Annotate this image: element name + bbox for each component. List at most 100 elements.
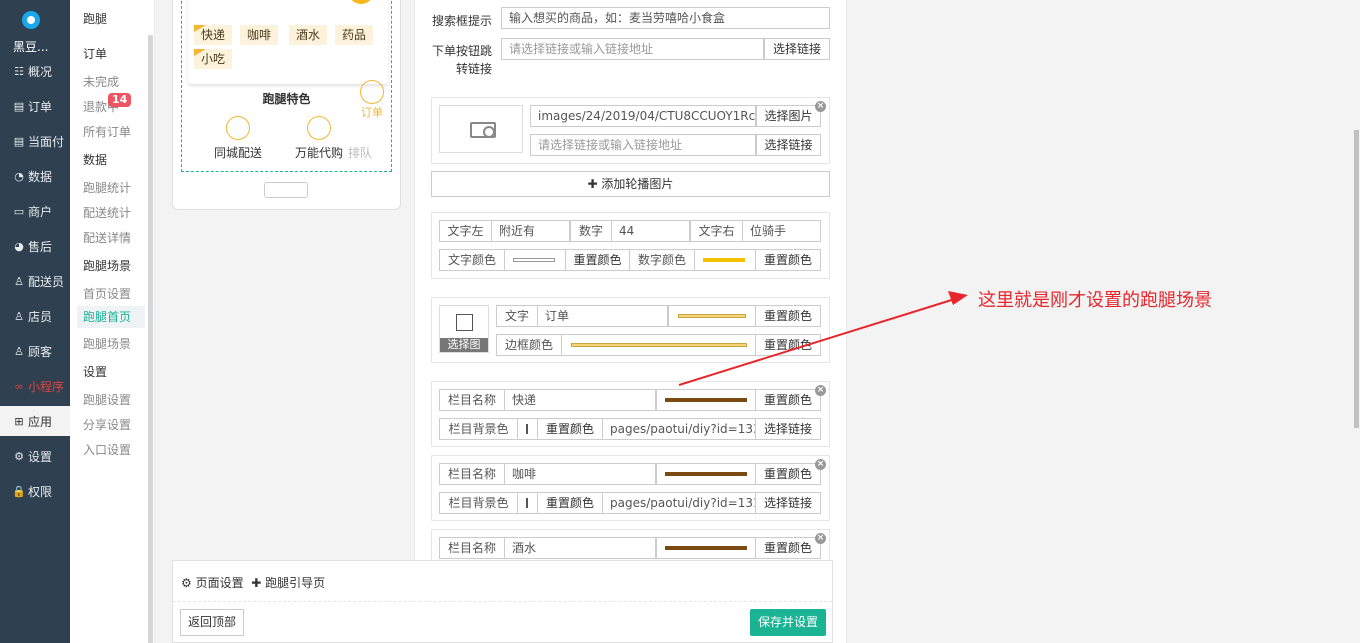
nav-item-label: 售后 <box>28 239 53 254</box>
nav-item-customer[interactable]: ♙ 顾客 <box>0 336 70 366</box>
nav-item-courier[interactable]: ♙ 配送员 <box>0 266 70 296</box>
color-swatch <box>665 472 747 476</box>
reset-color-button[interactable]: 重置颜色 <box>565 249 630 271</box>
nav-item-clerk[interactable]: ♙ 店员 <box>0 301 70 331</box>
editor-footer: ⚙ 页面设置 ✚ 跑腿引导页 返回顶部 保存并设置 <box>172 560 833 643</box>
column-name-input[interactable]: 酒水 <box>504 537 656 559</box>
subnav-link-errand-home[interactable]: 跑腿首页 <box>77 306 145 328</box>
column-bg-label: 栏目背景色 <box>439 492 518 514</box>
category-tag[interactable]: 酒水 <box>289 25 328 45</box>
text-right-input[interactable]: 位骑手 <box>742 220 821 242</box>
close-icon[interactable]: × <box>815 533 826 544</box>
column-name-input[interactable]: 快递 <box>504 389 656 411</box>
service-item[interactable]: 同城配送 <box>214 116 262 161</box>
close-icon[interactable]: × <box>815 459 826 470</box>
text-left-input[interactable]: 附近有 <box>491 220 570 242</box>
column-link-input[interactable]: pages/paotui/diy?id=133 <box>602 418 756 440</box>
reset-color-button[interactable]: 重置颜色 <box>537 492 603 514</box>
text-color-picker[interactable] <box>504 249 566 271</box>
column-name-label: 栏目名称 <box>439 537 505 559</box>
column-color-picker[interactable] <box>656 537 756 559</box>
guide-page-tab[interactable]: 跑腿引导页 <box>265 576 325 590</box>
nav-item-orders[interactable]: ▤ 订单 <box>0 91 70 121</box>
category-shelf: 快递 咖啡 酒水 药品 小吃 <box>188 0 388 84</box>
choose-link-button[interactable]: 选择链接 <box>764 38 830 60</box>
border-color-picker[interactable] <box>561 334 756 356</box>
nav-item-face-pay[interactable]: ▤ 当面付 <box>0 126 70 156</box>
nav-item-apps[interactable]: ⊞ 应用 <box>0 406 70 436</box>
order-text-color-picker[interactable] <box>668 305 756 327</box>
nav-item-data[interactable]: ◔ 数据 <box>0 161 70 191</box>
subnav-group-settings: 设置 <box>83 365 108 379</box>
shop-icon: ▭ <box>13 204 25 218</box>
reset-color-button[interactable]: 重置颜色 <box>755 305 821 327</box>
order-button-link-label: 转链接 <box>455 62 492 76</box>
choose-link-button[interactable]: 选择链接 <box>756 134 821 156</box>
close-icon[interactable]: × <box>815 385 826 396</box>
back-to-top-button[interactable]: 返回顶部 <box>180 609 244 636</box>
reset-color-button[interactable]: 重置颜色 <box>755 537 821 559</box>
reset-color-button[interactable]: 重置颜色 <box>537 418 603 440</box>
add-carousel-button[interactable]: ✚ 添加轮播图片 <box>431 171 830 197</box>
subnav-scrollbar[interactable] <box>148 35 153 643</box>
color-swatch <box>571 343 747 347</box>
page-scrollbar[interactable] <box>1354 130 1359 428</box>
nav-item-overview[interactable]: ☷ 概况 <box>0 56 70 86</box>
subnav-link-errand-settings[interactable]: 跑腿设置 <box>83 391 131 408</box>
carousel-image-path[interactable]: images/24/2019/04/CTU8CCUOY1Rcl <box>530 105 756 127</box>
carousel-thumbnail[interactable] <box>439 105 523 153</box>
subnav-link-entry-settings[interactable]: 入口设置 <box>83 441 131 458</box>
reset-color-button[interactable]: 重置颜色 <box>755 249 821 271</box>
reset-color-button[interactable]: 重置颜色 <box>755 389 821 411</box>
column-bg-picker[interactable] <box>517 492 538 514</box>
subnav-link-home-settings[interactable]: 首页设置 <box>83 285 131 302</box>
preview-screen: 快递 咖啡 酒水 药品 小吃 跑腿特色 订单 同城配送 万能代购 排队 <box>181 0 392 172</box>
column-link-input[interactable]: pages/paotui/diy?id=131 <box>602 492 756 514</box>
service-item[interactable]: 排队 <box>348 116 372 161</box>
subnav-link-errand-scenes[interactable]: 跑腿场景 <box>83 335 131 352</box>
nav-item-settings[interactable]: ⚙ 设置 <box>0 441 70 471</box>
main-area: 快递 咖啡 酒水 药品 小吃 跑腿特色 订单 同城配送 万能代购 排队 搜索框提… <box>155 0 1360 643</box>
column-color-picker[interactable] <box>656 463 756 485</box>
column-bg-picker[interactable] <box>517 418 538 440</box>
reset-color-button[interactable]: 重置颜色 <box>755 334 821 356</box>
save-button[interactable]: 保存并设置 <box>750 609 826 636</box>
category-tag[interactable]: 小吃 <box>194 49 233 69</box>
subnav-link-delivery-detail[interactable]: 配送详情 <box>83 229 131 246</box>
nav-item-permissions[interactable]: 🔒 权限 <box>0 476 70 506</box>
close-icon[interactable]: × <box>815 101 826 112</box>
number-color-picker[interactable] <box>694 249 756 271</box>
choose-image-button[interactable]: 选择图片 <box>756 105 821 127</box>
order-link-input[interactable]: 请选择链接或输入链接地址 <box>501 38 764 60</box>
subnav-link-errand-stats[interactable]: 跑腿统计 <box>83 179 131 196</box>
choose-link-button[interactable]: 选择链接 <box>755 418 821 440</box>
nav-item-aftersale[interactable]: ◕ 售后 <box>0 231 70 261</box>
nav-item-miniprogram[interactable]: ∞ 小程序 <box>0 371 70 401</box>
order-float-button[interactable]: 订单 <box>359 80 385 120</box>
service-item[interactable]: 万能代购 <box>295 116 343 161</box>
order-text-label: 文字 <box>496 305 538 327</box>
carousel-link-input[interactable]: 请选择链接或输入链接地址 <box>530 134 756 156</box>
column-name-input[interactable]: 咖啡 <box>504 463 656 485</box>
category-tag[interactable]: 快递 <box>194 25 233 45</box>
search-hint-input[interactable]: 输入想买的商品，如：麦当劳嘻哈小食盒 <box>501 7 830 29</box>
subnav-link-share-settings[interactable]: 分享设置 <box>83 416 131 433</box>
footer-tabs: ⚙ 页面设置 ✚ 跑腿引导页 <box>181 574 325 591</box>
subnav-link-delivery-stats[interactable]: 配送统计 <box>83 204 131 221</box>
number-input[interactable]: 44 <box>611 220 690 242</box>
color-swatch <box>513 258 555 262</box>
nav-item-label: 小程序 <box>28 379 65 394</box>
order-entry-icon[interactable]: 选择图 <box>439 305 489 353</box>
choose-link-button[interactable]: 选择链接 <box>755 492 821 514</box>
subnav-link-unfinished[interactable]: 未完成 <box>83 73 119 90</box>
brand-name[interactable]: 黑豆... <box>13 38 48 55</box>
nav-item-merchant[interactable]: ▭ 商户 <box>0 196 70 226</box>
category-tag[interactable]: 咖啡 <box>240 25 279 45</box>
subnav-link-all-orders[interactable]: 所有订单 <box>83 123 131 140</box>
reset-color-button[interactable]: 重置颜色 <box>755 463 821 485</box>
page-settings-tab[interactable]: 页面设置 <box>196 576 244 590</box>
nav-item-label: 配送员 <box>28 274 65 289</box>
order-text-input[interactable]: 订单 <box>537 305 668 327</box>
column-color-picker[interactable] <box>656 389 756 411</box>
category-tag[interactable]: 药品 <box>335 25 374 45</box>
